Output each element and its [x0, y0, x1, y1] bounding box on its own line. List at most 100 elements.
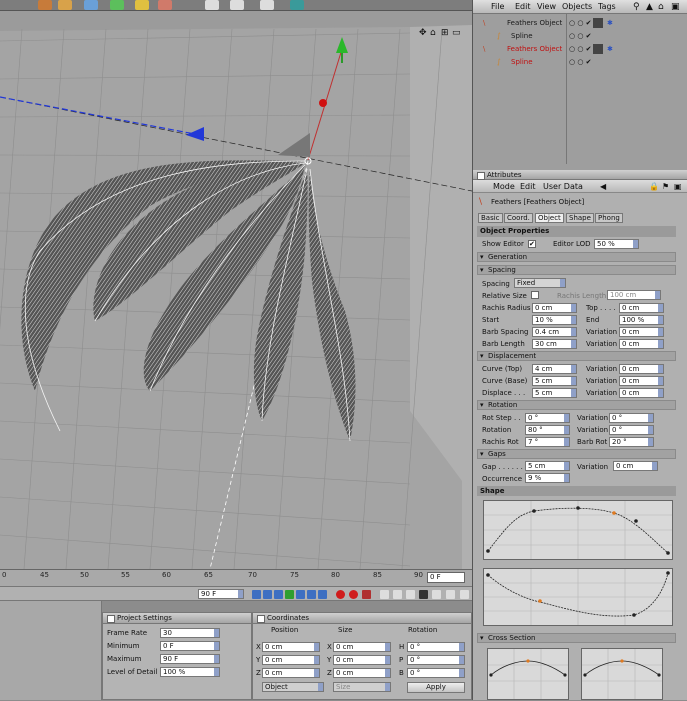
- level-of-detail-field[interactable]: 100 %: [160, 667, 220, 677]
- rotation-b-field[interactable]: 0 °: [407, 668, 465, 678]
- spacing-dropdown[interactable]: Fixed: [514, 278, 566, 288]
- spacing-section[interactable]: Spacing: [477, 265, 676, 275]
- scale-key-icon[interactable]: [393, 590, 402, 599]
- prev-frame-icon[interactable]: [274, 590, 283, 599]
- generation-section[interactable]: Generation: [477, 252, 676, 262]
- render-icon[interactable]: [84, 0, 98, 10]
- curve-base-variation-field[interactable]: 0 cm: [619, 376, 664, 386]
- barb-length-field[interactable]: 30 cm: [532, 339, 577, 349]
- scene-icon[interactable]: [205, 0, 219, 10]
- size-y-field[interactable]: 0 cm: [333, 655, 391, 665]
- prev-key-icon[interactable]: [263, 590, 272, 599]
- start-field[interactable]: 10 %: [532, 315, 577, 325]
- rachis-radius-field[interactable]: 0 cm: [532, 303, 577, 313]
- visibility-dots-icon[interactable]: ○ ○ ✔: [569, 32, 592, 40]
- curve-top-field[interactable]: 4 cm: [532, 364, 577, 374]
- menu-edit[interactable]: Edit: [515, 2, 531, 11]
- keyframe-icon[interactable]: [362, 590, 371, 599]
- tag-icon[interactable]: ✱: [607, 45, 613, 53]
- param-key-icon[interactable]: [419, 590, 428, 599]
- up-icon[interactable]: ▲: [646, 2, 653, 12]
- scheme-icon[interactable]: [446, 590, 455, 599]
- displacement-section[interactable]: Displacement: [477, 351, 676, 361]
- material-tag-icon[interactable]: [593, 44, 603, 54]
- primitive-icon[interactable]: [110, 0, 124, 10]
- coord-mode-dropdown[interactable]: Object: [262, 682, 324, 692]
- rotation-section[interactable]: Rotation: [477, 400, 676, 410]
- go-end-icon[interactable]: [318, 590, 327, 599]
- zoom-view-icon[interactable]: ⊞: [441, 28, 449, 38]
- top-field[interactable]: 0 cm: [619, 303, 664, 313]
- help-icon[interactable]: [290, 0, 304, 10]
- home-view-icon[interactable]: ⌂: [430, 28, 436, 38]
- rachis-length-field[interactable]: 100 cm: [607, 290, 661, 300]
- frame-rate-field[interactable]: 30: [160, 628, 220, 638]
- go-start-icon[interactable]: [252, 590, 261, 599]
- object-row[interactable]: ∫ Spline ○ ○ ✔: [473, 56, 687, 69]
- size-mode-dropdown[interactable]: Size: [333, 682, 391, 692]
- move-icon[interactable]: [38, 0, 52, 10]
- position-z-field[interactable]: 0 cm: [262, 668, 320, 678]
- home-icon[interactable]: ⌂: [658, 2, 664, 12]
- cross-section-graph-right[interactable]: [581, 648, 663, 700]
- editor-lod-field[interactable]: 50 %: [594, 239, 639, 249]
- timeline-ruler[interactable]: 0 45 50 55 60 65 70 75 80 85 90: [0, 569, 472, 586]
- apply-button[interactable]: Apply: [407, 682, 465, 693]
- pla-key-icon[interactable]: [432, 590, 441, 599]
- curve-top-variation-field[interactable]: 0 cm: [619, 364, 664, 374]
- visibility-dots-icon[interactable]: ○ ○ ✔: [569, 19, 592, 27]
- menu-user-data[interactable]: User Data: [543, 182, 583, 191]
- rotation-key-icon[interactable]: [406, 590, 415, 599]
- search-icon[interactable]: ⚲: [633, 2, 640, 12]
- lock-icon[interactable]: 🔒: [649, 182, 659, 191]
- rotation-variation-field[interactable]: 0 °: [609, 425, 654, 435]
- history-icon[interactable]: ⚑: [662, 182, 669, 191]
- deformer-icon[interactable]: [158, 0, 172, 10]
- menu-view[interactable]: View: [537, 2, 556, 11]
- new-window-icon[interactable]: ▣: [674, 182, 682, 191]
- displace-variation-field[interactable]: 0 cm: [619, 388, 664, 398]
- position-x-field[interactable]: 0 cm: [262, 642, 320, 652]
- layout-menu-icon[interactable]: [460, 590, 469, 599]
- back-arrow-icon[interactable]: ◀: [600, 182, 606, 191]
- rotation-p-field[interactable]: 0 °: [407, 655, 465, 665]
- material-tag-icon[interactable]: [593, 18, 603, 28]
- play-icon[interactable]: [285, 590, 294, 599]
- rachis-rot-field[interactable]: 7 °: [525, 437, 570, 447]
- occurrence-field[interactable]: 9 %: [525, 473, 570, 483]
- menu-edit[interactable]: Edit: [520, 182, 536, 191]
- menu-file[interactable]: File: [491, 2, 504, 11]
- menu-tags[interactable]: Tags: [598, 2, 616, 11]
- tab-basic[interactable]: Basic: [478, 213, 503, 223]
- end-field[interactable]: 100 %: [619, 315, 664, 325]
- cross-section-section[interactable]: Cross Section: [477, 633, 676, 643]
- object-row[interactable]: \ Feathers Object ○ ○ ✔ ✱: [473, 43, 687, 56]
- gap-variation-field[interactable]: 0 cm: [613, 461, 658, 471]
- tab-coord[interactable]: Coord.: [504, 213, 533, 223]
- menu-mode[interactable]: Mode: [493, 182, 515, 191]
- tag-icon[interactable]: ✱: [607, 19, 613, 27]
- size-x-field[interactable]: 0 cm: [333, 642, 391, 652]
- gaps-section[interactable]: Gaps: [477, 449, 676, 459]
- spline-icon[interactable]: [135, 0, 149, 10]
- position-key-icon[interactable]: [380, 590, 389, 599]
- barb-rot-field[interactable]: 20 °: [609, 437, 654, 447]
- next-key-icon[interactable]: [307, 590, 316, 599]
- layout-icon[interactable]: [260, 0, 274, 10]
- rot-step-field[interactable]: 0 °: [525, 413, 570, 423]
- barb-length-variation-field[interactable]: 0 cm: [619, 339, 664, 349]
- object-row[interactable]: ∫ Spline ○ ○ ✔: [473, 30, 687, 43]
- tab-shape[interactable]: Shape: [566, 213, 594, 223]
- barb-spacing-variation-field[interactable]: 0 cm: [619, 327, 664, 337]
- barb-spacing-field[interactable]: 0.4 cm: [532, 327, 577, 337]
- maximize-view-icon[interactable]: ▭: [452, 28, 461, 38]
- camera-icon[interactable]: [230, 0, 244, 10]
- shape-curve-graph[interactable]: [483, 500, 673, 560]
- next-frame-icon[interactable]: [296, 590, 305, 599]
- rotation-field[interactable]: 80 °: [525, 425, 570, 435]
- show-editor-checkbox[interactable]: ✔: [528, 240, 536, 248]
- visibility-dots-icon[interactable]: ○ ○ ✔: [569, 45, 592, 53]
- scale-icon[interactable]: [58, 0, 72, 10]
- rotation-h-field[interactable]: 0 °: [407, 642, 465, 652]
- 3d-viewport[interactable]: ✥ ⌂ ⊞ ▭: [0, 11, 472, 569]
